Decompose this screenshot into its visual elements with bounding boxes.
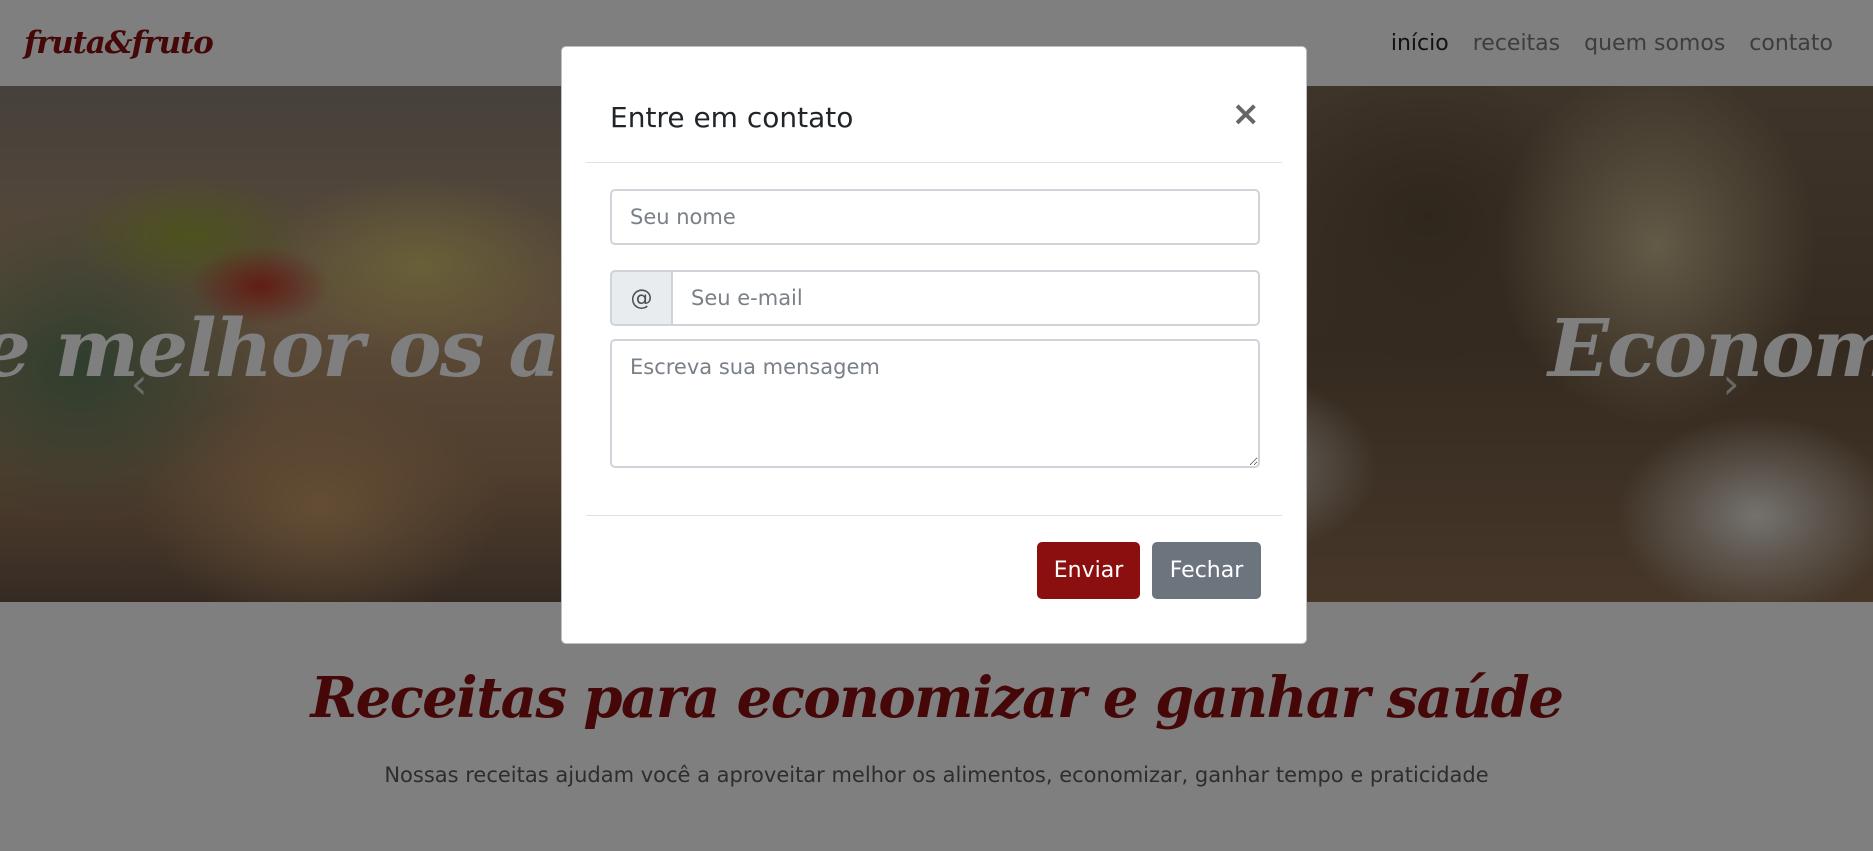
modal-title: Entre em contato bbox=[610, 101, 854, 134]
email-input[interactable] bbox=[671, 270, 1260, 326]
send-button[interactable]: Enviar bbox=[1037, 542, 1140, 599]
email-input-group: @ bbox=[610, 270, 1260, 326]
close-button[interactable]: Fechar bbox=[1152, 542, 1261, 599]
name-input[interactable] bbox=[610, 189, 1260, 245]
message-textarea[interactable] bbox=[610, 339, 1260, 468]
at-sign-addon: @ bbox=[610, 270, 671, 326]
modal-header: Entre em contato × bbox=[586, 47, 1282, 163]
close-icon[interactable]: × bbox=[1232, 97, 1261, 131]
modal-footer-divider bbox=[586, 515, 1282, 516]
contact-modal: Entre em contato × @ Enviar Fechar bbox=[561, 46, 1307, 644]
